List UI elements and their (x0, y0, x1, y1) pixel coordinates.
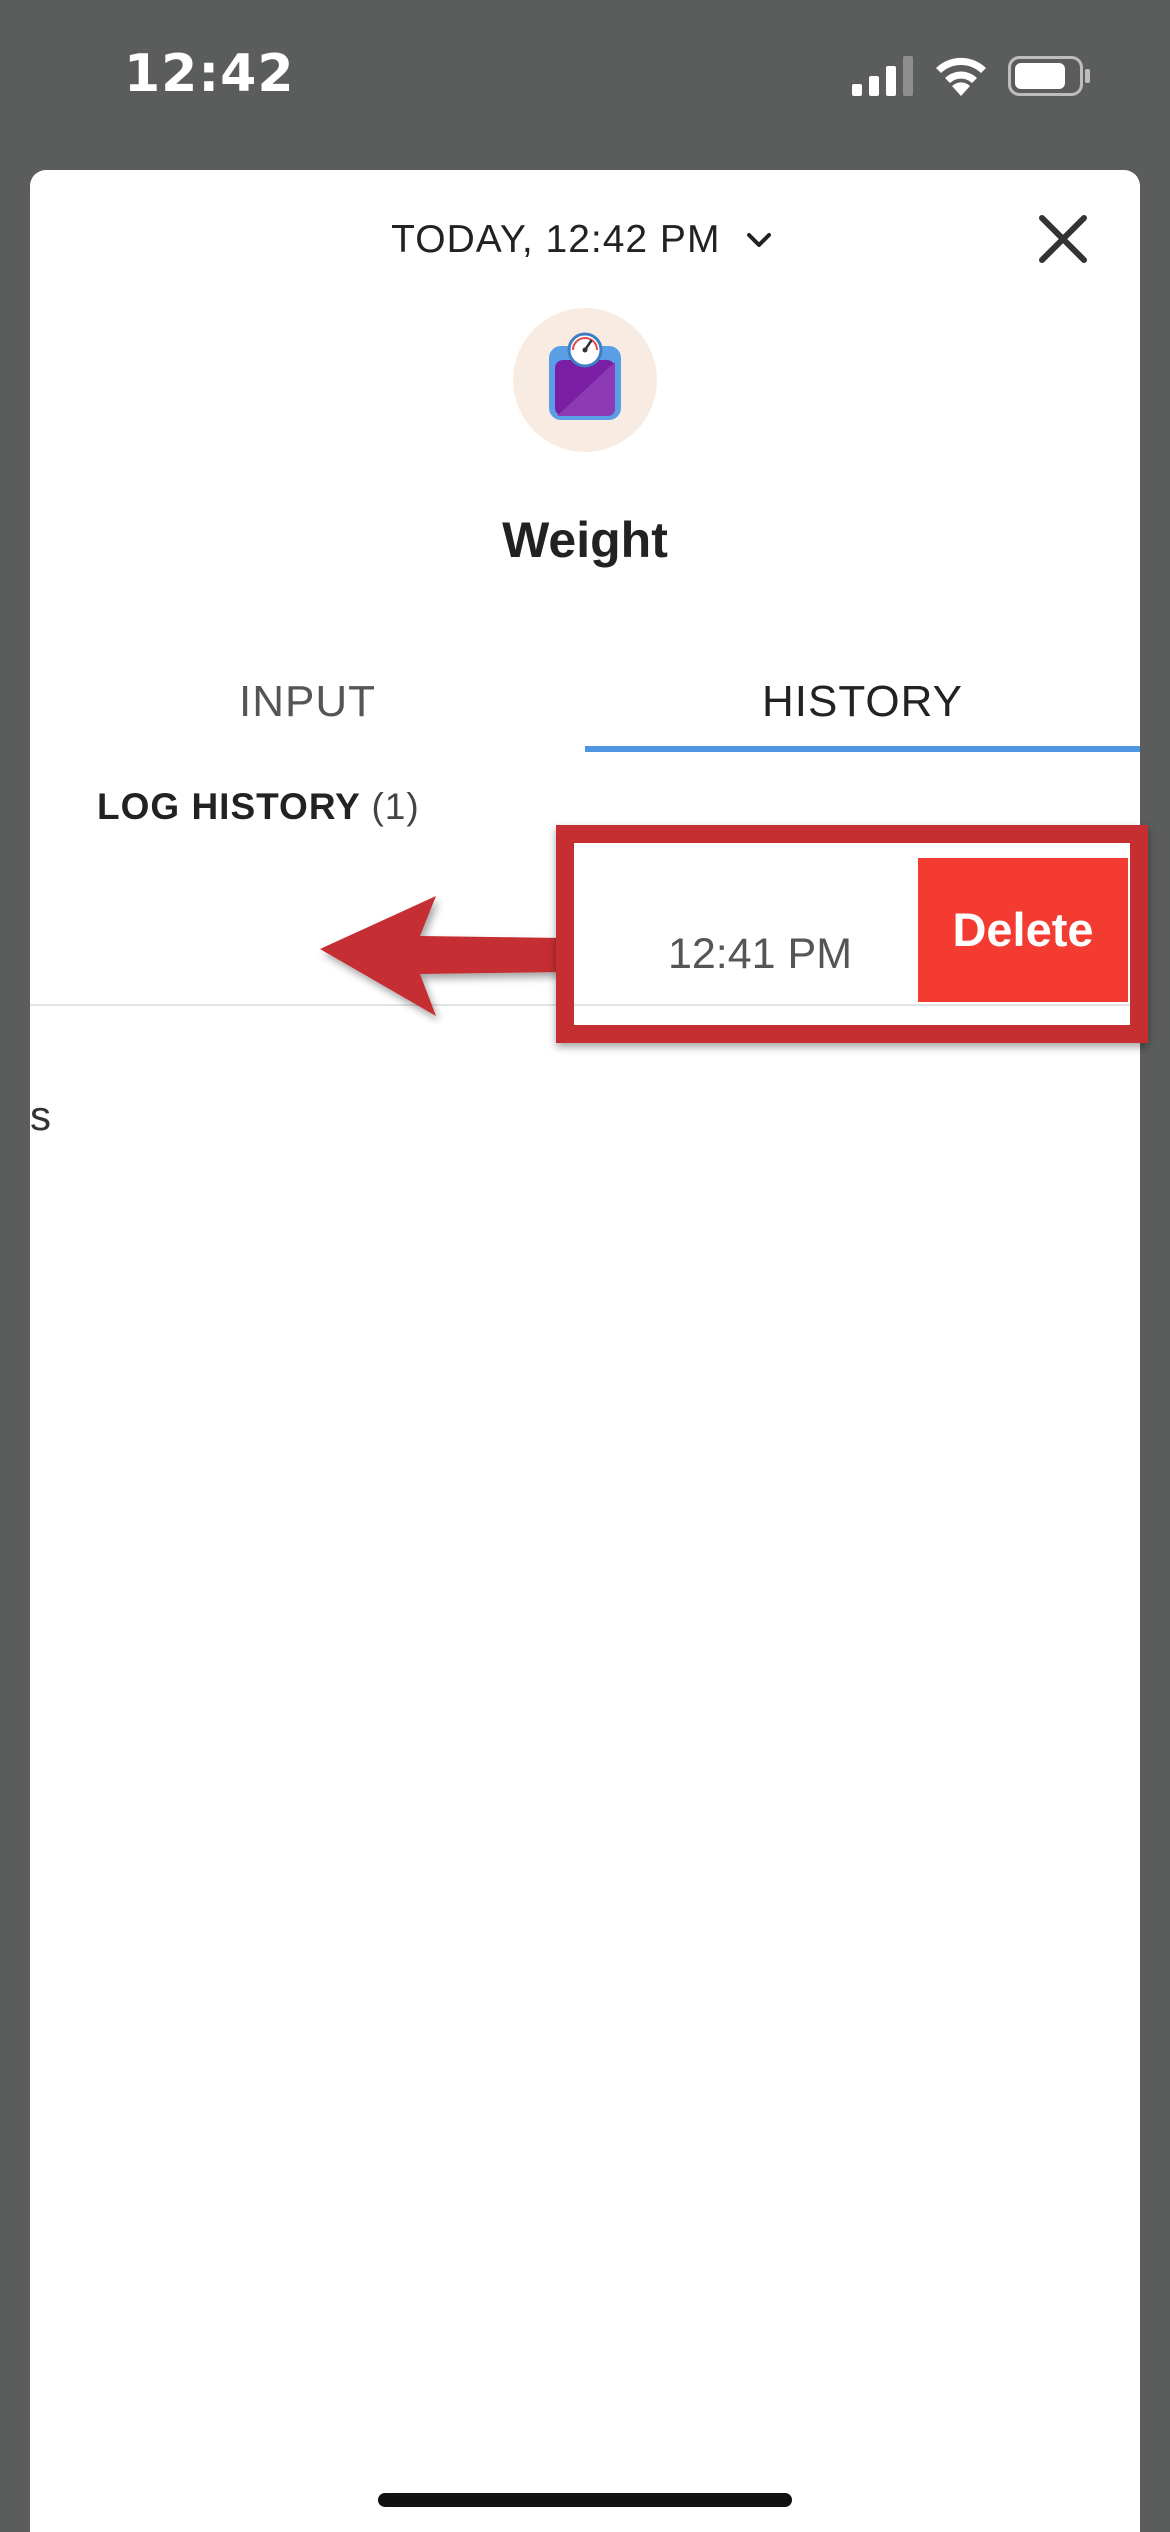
date-label: TODAY, 12:42 PM (391, 218, 721, 261)
status-bar: 12:42 (0, 0, 1170, 150)
log-history-header: LOG HISTORY (1) (97, 782, 420, 832)
metric-title: Weight (502, 512, 668, 568)
cellular-signal-icon (852, 56, 913, 96)
chevron-down-icon (746, 233, 771, 247)
battery-icon (1008, 56, 1090, 96)
annotation-highlight-box (556, 825, 1148, 1043)
log-history-count: (1) (371, 786, 420, 827)
date-selector[interactable]: TODAY, 12:42 PM (30, 210, 1140, 270)
swipe-left-arrow-icon (320, 896, 564, 1016)
close-button[interactable] (1030, 206, 1096, 272)
tab-history[interactable]: HISTORY (585, 650, 1140, 754)
metric-icon-circle (513, 308, 657, 452)
tab-input[interactable]: INPUT (30, 650, 585, 754)
tab-bar: INPUT HISTORY (30, 650, 1140, 760)
log-entry-value-fragment: s (30, 1092, 51, 1139)
wifi-icon (936, 57, 986, 96)
log-history-label: LOG HISTORY (97, 786, 361, 827)
active-tab-indicator (585, 746, 1140, 752)
history-sheet: TODAY, 12:42 PM Weight INPUT HISTORY LOG… (30, 170, 1140, 2532)
status-time: 12:42 (124, 44, 295, 104)
scale-icon (549, 332, 621, 420)
home-indicator[interactable] (378, 2493, 792, 2507)
